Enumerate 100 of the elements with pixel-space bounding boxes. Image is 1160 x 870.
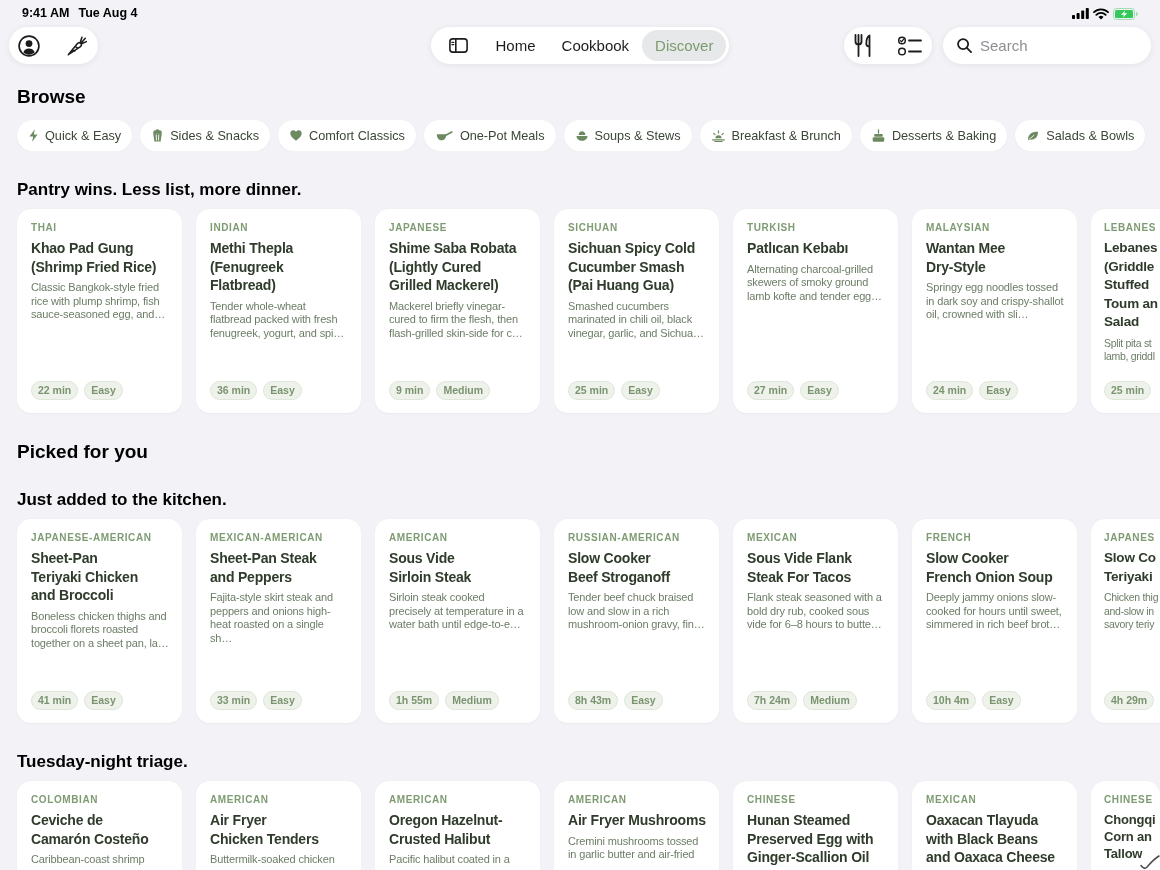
heart-icon [290,130,302,141]
difficulty-tag: Easy [800,381,839,400]
recipe-card[interactable]: COLOMBIAN Ceviche de Camarón Costeño Caribbean-coast shrimp [17,781,182,870]
cuisine-label: THAI [31,222,58,234]
recipe-card[interactable]: FRENCH Slow Cooker French Onion Soup Deeply jammy onions slow-cooked for hours until sweet, simmered in rich beef brot… 10h 4m Easy [912,519,1077,723]
difficulty-tag: Medium [436,381,491,400]
recipe-title: Lebanes (Griddle Stuffed Toum an Salad [1104,239,1158,331]
recipe-card[interactable]: MEXICAN-AMERICAN Sheet-Pan Steak and Peppers Fajita-style skirt steak and peppers and onions high-heat roasted on a single sh… 33 min Easy [196,519,361,723]
time-tag: 8h 43m [568,691,619,710]
recipe-card[interactable]: JAPANESE Shime Saba Robata (Lightly Cured Grilled Mackerel) Mackerel briefly vinegar-cured to firm the flesh, then flash-grilled skin-side for c… 9 min Medium [375,209,540,413]
recipe-description: Classic Bangkok-style fried rice with plump shrimp, fish sauce-seasoned egg, and… [31,281,166,322]
recipe-card[interactable]: AMERICAN Air Fryer Chicken Tenders Buttermilk-soaked chicken [196,781,361,870]
difficulty-tag: Easy [624,691,663,710]
category-chip[interactable]: One-Pot Meals [423,120,556,151]
cuisine-label: JAPANESE [389,222,448,234]
recipe-card[interactable]: AMERICAN Air Fryer Mushrooms Cremini mushrooms tossed in garlic butter and air-fried [554,781,719,870]
sidebar-icon[interactable] [448,38,468,53]
recipe-description: Boneless chicken thighs and broccoli florets roasted together on a sheet pan, la… [31,609,169,650]
category-chip[interactable]: Desserts & Baking [859,120,1008,151]
row-title: Pantry wins. Less list, more dinner. [16,179,303,201]
search-field[interactable]: Search [943,27,1151,64]
time-tag: 7h 24m [747,691,798,710]
recipe-title: Hunan Steamed Preserved Egg with Ginger-Scallion Oil [747,811,875,867]
recipe-title: Ceviche de Camarón Costeño [31,811,150,848]
recipe-title: Sous Vide Sirloin Steak [389,549,473,586]
time-tag: 4h 29m [1104,691,1155,710]
category-chip[interactable]: Breakfast & Brunch [699,120,852,151]
row-title: Just added to the kitchen. [16,489,228,511]
recipe-description: Deeply jammy onions slow-cooked for hours until sweet, simmered in rich beef brot… [926,591,1063,632]
nav-tab[interactable]: Cookbook [548,30,643,61]
category-chip[interactable]: Sides & Snacks [140,120,270,151]
recipe-description: Mackerel briefly vinegar-cured to firm the flesh, then flash-grilled skin-side for c… [389,299,524,340]
section-heading: Browse [16,85,87,109]
difficulty-tag: Easy [263,381,302,400]
cuisine-label: MEXICAN-AMERICAN [210,532,324,544]
recipe-card[interactable]: MEXICAN Oaxacan Tlayuda with Black Beans and Oaxaca Cheese [912,781,1077,870]
time-tag: 10h 4m [926,691,977,710]
recipe-card[interactable]: MALAYSIAN Wantan Mee Dry-Style Springy egg noodles tossed in dark soy and crispy-shallot oil, crowned with sli… 24 min Easy [912,209,1077,413]
recipe-description: Sirloin steak cooked precisely at temperature in a water bath until edge-to-e… [389,591,525,632]
profile-icon[interactable] [18,34,40,57]
difficulty-tag: Easy [263,691,302,710]
nav-tab[interactable]: Home [482,30,549,61]
recipe-title: Oregon Hazelnut-Crusted Halibut [389,811,504,848]
cuisine-label: AMERICAN [389,532,449,544]
recipe-card[interactable]: LEBANES Lebanes (Griddle Stuffed Toum an Salad Split pita st lamb, griddl 25 min [1091,209,1160,413]
cuisine-label: INDIAN [210,222,250,234]
recipe-title: Khao Pad Gung (Shrimp Fried Rice) [31,239,158,276]
battery-icon [1113,7,1138,20]
cuisine-label: CHINESE [747,794,797,806]
category-chip[interactable]: Comfort Classics [278,120,416,151]
recipe-title: Oaxacan Tlayuda with Black Beans and Oaxaca Cheese [926,811,1056,867]
time-tag: 36 min [210,381,258,400]
cake-icon [871,129,885,142]
recipe-card[interactable]: CHINESE Hunan Steamed Preserved Egg with Ginger-Scallion Oil [733,781,898,870]
recipe-title: Sichuan Spicy Cold Cucumber Smash (Pai Huang Gua) [568,239,697,295]
recipe-card[interactable]: JAPANESE-AMERICAN Sheet-Pan Teriyaki Chicken and Broccoli Boneless chicken thighs and broccoli florets roasted together on a sheet pan, la… 41 min Easy [17,519,182,723]
recipe-description: Buttermilk-soaked chicken [210,853,336,867]
checklist-icon[interactable] [898,35,922,56]
wifi-icon [1093,7,1109,20]
recipe-description: Chicken thig and-slow in savory teriy [1104,591,1159,632]
cuisine-label: MALAYSIAN [926,222,991,234]
recipe-card[interactable]: JAPANES Slow Co Teriyaki Chicken thig and-slow in savory teriy 4h 29m [1091,519,1160,723]
difficulty-tag: Easy [84,381,123,400]
recipe-title: Methi Thepla (Fenugreek Flatbread) [210,239,295,295]
fork-knife-icon[interactable] [854,34,872,57]
recipe-card[interactable]: SICHUAN Sichuan Spicy Cold Cucumber Smash (Pai Huang Gua) Smashed cucumbers marinated in chili oil, black vinegar, garlic, and Sichua… 25 min Easy [554,209,719,413]
cuisine-label: FRENCH [926,532,973,544]
cuisine-label: LEBANES [1104,222,1156,234]
cuisine-label: JAPANESE-AMERICAN [31,532,153,544]
category-chip[interactable]: Quick & Easy [17,120,133,151]
time-tag: 25 min [1104,381,1152,400]
recipe-description: Tender beef chuck braised low and slow in a rich mushroom-onion gravy, fin… [568,591,706,632]
pan-icon [435,130,453,141]
cuisine-label: AMERICAN [568,794,628,806]
recipe-card[interactable]: INDIAN Methi Thepla (Fenugreek Flatbread) Tender whole-wheat flatbread packed with fresh fenugreek, yogurt, and spi… 36 min Easy [196,209,361,413]
difficulty-tag: Easy [982,691,1021,710]
recipe-card[interactable]: THAI Khao Pad Gung (Shrimp Fried Rice) Classic Bangkok-style fried rice with plump shrimp, fish sauce-seasoned egg, and… 22 min Easy [17,209,182,413]
bowl-icon [575,130,588,141]
cuisine-label: COLOMBIAN [31,794,100,806]
recipe-card[interactable]: TURKISH Patlıcan Kebabı Alternating charcoal-grilled skewers of smoky ground lamb kofte and tender egg… 27 min Easy [733,209,898,413]
recipe-description: Split pita st lamb, griddl [1104,336,1155,364]
signal-icon [1072,8,1089,19]
recipe-card[interactable]: MEXICAN Sous Vide Flank Steak For Tacos Flank steak seasoned with a bold dry rub, cooked sous vide for 6–8 hours to butte… 7h 24m Medium [733,519,898,723]
cuisine-label: CHINESE [1104,794,1153,806]
recipe-title: Patlıcan Kebabı [747,239,850,258]
recipe-title: Air Fryer Mushrooms [568,811,706,830]
recipe-card[interactable]: AMERICAN Oregon Hazelnut-Crusted Halibut Pacific halibut coated in a [375,781,540,870]
category-chip[interactable]: Salads & Bowls [1015,120,1146,151]
recipe-title: Sheet-Pan Teriyaki Chicken and Broccoli [31,549,140,605]
recipe-description: Flank steak seasoned with a bold dry rub, cooked sous vide for 6–8 hours to butte… [747,591,883,632]
recipe-card[interactable]: RUSSIAN-AMERICAN Slow Cooker Beef Stroganoff Tender beef chuck braised low and slow in a rich mushroom-onion gravy, fin… 8h 43m Easy [554,519,719,723]
recipe-title: Slow Cooker French Onion Soup [926,549,1054,586]
search-icon [957,38,972,53]
category-chip[interactable]: Soups & Stews [563,120,692,151]
recipe-card[interactable]: AMERICAN Sous Vide Sirloin Steak Sirloin steak cooked precisely at temperature in a water bath until edge-to-e… 1h 55m Medium [375,519,540,723]
recipe-card[interactable]: CHINESE Chongqi Corn an Tallow [1091,781,1160,870]
bucket-icon [152,129,164,142]
recipe-description: Caribbean-coast shrimp [31,853,146,867]
carrot-icon[interactable] [66,34,88,57]
cuisine-label: JAPANES [1104,532,1155,544]
